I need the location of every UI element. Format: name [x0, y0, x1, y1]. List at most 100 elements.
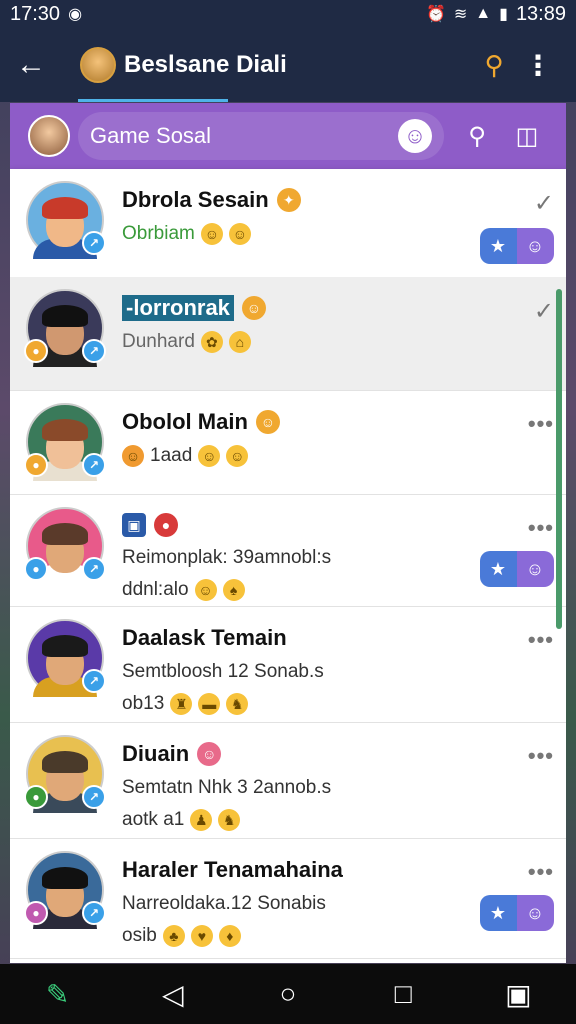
name-badge-icon: ✦ [276, 188, 301, 212]
title-underline [78, 99, 228, 102]
avatar[interactable] [80, 47, 116, 83]
home-icon[interactable]: ○ [258, 978, 318, 1010]
chat-row[interactable]: ↗ ● Haraler Tenamahaina Narreoldaka.12 Sona… [10, 839, 566, 959]
chat-name: Haraler Tenamahaina [122, 857, 474, 883]
chat-row[interactable]: ↗ ● -lorronrak ☺ Dunhard ✿ ⌂ ✓ [10, 277, 566, 391]
signal-icon: ▲ [475, 5, 492, 22]
chat-row[interactable]: ↗ Daalask Temain Semtbloosh 12 Sonab.s ob13… [10, 607, 566, 723]
avatar-hair [42, 523, 88, 545]
more-options-icon[interactable]: ••• [528, 411, 554, 437]
chat-preview-text: aotk a1 [122, 809, 185, 830]
verified-badge-icon: ↗ [82, 785, 106, 809]
battery-icon: ▮ [499, 6, 508, 23]
status-badge: ● [24, 453, 48, 477]
avatar-face [42, 751, 88, 801]
pen-icon[interactable]: ✎ [28, 978, 88, 1011]
chat-preview-line: ddnl:alo ☺ ♠ [122, 579, 474, 601]
navigation-bar: ✎ ◁ ○ □ ▣ [0, 964, 576, 1024]
name-badge-icon: ☺ [241, 296, 266, 320]
avatar-face [42, 635, 88, 685]
more-options-icon[interactable]: ••• [528, 859, 554, 885]
verified-badge-icon: ↗ [82, 231, 106, 255]
chat-name: Obolol Main ☺ [122, 409, 474, 435]
verified-badge-icon: ↗ [82, 901, 106, 925]
chat-row[interactable]: ↗ ● Obolol Main ☺ ☺ 1aad ☺ ☺ ••• [10, 391, 566, 495]
avatar-wrapper: ↗ ● [24, 851, 106, 929]
game-invite-button[interactable]: ★ ☺ [480, 551, 554, 587]
chat-name: -lorronrak ☺ [122, 295, 474, 321]
emoji-icon: ☺ [525, 558, 545, 579]
star-icon: ★ [489, 235, 506, 256]
chat-preview-text: ddnl:alo [122, 579, 189, 600]
chat-text: ▣ ● Reimonplak: 39amnobl:s ddnl:alo ☺ ♠ [122, 507, 474, 601]
chat-name-text: -lorronrak [122, 295, 234, 321]
chat-row[interactable]: ↗ ● Diuain ☺ Semtatn Nhk 3 2annob.s aotk a1 ♟ ♞… [10, 723, 566, 839]
scrollbar[interactable] [556, 289, 562, 629]
chat-preview-text: ob13 [122, 693, 165, 714]
game-icon: ▣ [122, 513, 146, 537]
emoji-icon: ♣ [162, 925, 185, 947]
name-badge-icon: ☺ [255, 410, 280, 434]
avatar-hair [42, 867, 88, 889]
chat-meta: ✓ ★ ☺ [474, 181, 554, 264]
group-name-field[interactable]: Game Sosal ☺ [78, 112, 444, 160]
emoji-icon: ♦ [218, 925, 241, 947]
emoji-icon: ♠ [222, 579, 245, 601]
chat-meta: ••• [474, 735, 554, 769]
verified-badge-icon: ↗ [82, 453, 106, 477]
more-options-icon[interactable]: ••• [528, 515, 554, 541]
chat-text: Haraler Tenamahaina Narreoldaka.12 Sonabi… [122, 851, 474, 947]
emoji-icon: ☺ [525, 235, 545, 256]
chat-name-text: Obolol Main [122, 409, 248, 434]
name-badge-icon: ☺ [197, 742, 222, 766]
star-icon: ★ [489, 558, 506, 579]
emoji-icon: ☺ [525, 902, 545, 923]
check-icon[interactable]: ✓ [534, 297, 554, 326]
emoji-icon[interactable]: ☺ [398, 119, 432, 153]
status-time-right: 13:89 [515, 2, 566, 25]
emoji-icon: ▬ [198, 693, 221, 715]
avatar-wrapper: ↗ ● [24, 507, 106, 585]
status-time-left: 17:30 [10, 2, 61, 25]
back-icon[interactable]: ← [16, 48, 60, 82]
more-options-icon[interactable]: ••• [528, 627, 554, 653]
more-vert-icon[interactable]: ⋮ [516, 49, 560, 82]
chat-preview-text: Semtbloosh 12 Sonab.s [122, 661, 324, 682]
page-title: Beslsane Diali [124, 51, 287, 78]
chat-preview-line: Dunhard ✿ ⌂ [122, 331, 474, 353]
group-avatar[interactable] [28, 115, 70, 157]
game-invite-button[interactable]: ★ ☺ [480, 895, 554, 931]
chat-preview-line: Obrbiam ☺ ☺ [122, 223, 474, 245]
chat-preview-line: Semtbloosh 12 Sonab.s [122, 661, 474, 683]
back-nav-icon[interactable]: ◁ [143, 978, 203, 1011]
emoji-icon: ♟ [190, 809, 213, 831]
search-icon[interactable]: ⚲ [452, 122, 502, 151]
avatar-face [42, 305, 88, 355]
chat-meta: ••• [474, 403, 554, 437]
chat-preview-line: Narreoldaka.12 Sonabis [122, 893, 474, 915]
emoji-icon: ♞ [226, 693, 249, 715]
chat-meta: ••• ★ ☺ [474, 851, 554, 931]
avatar-wrapper: ↗ ● [24, 403, 106, 481]
chat-text: Dbrola Sesain ✦ Obrbiam ☺ ☺ [122, 181, 474, 245]
camera-icon[interactable]: ◫ [502, 122, 552, 151]
search-icon[interactable]: ⚲ [472, 50, 516, 81]
recents-icon[interactable]: □ [373, 978, 433, 1010]
avatar-face [42, 523, 88, 573]
avatar-hair [42, 751, 88, 773]
status-badge: ● [24, 339, 48, 363]
chat-preview-text: Obrbiam [122, 223, 195, 244]
chat-preview-line: Semtatn Nhk 3 2annob.s [122, 777, 474, 799]
check-icon[interactable]: ✓ [534, 189, 554, 218]
chat-preview-line: ☺ 1aad ☺ ☺ [122, 445, 474, 467]
more-options-icon[interactable]: ••• [528, 743, 554, 769]
chat-row[interactable]: ↗ ● ▣ ● Reimonplak: 39amnobl:s ddnl:alo ☺ ♠ ••• ★… [10, 495, 566, 607]
emoji-icon: ☺ [200, 223, 223, 245]
chat-preview-text: Dunhard [122, 331, 195, 352]
chat-row[interactable]: ↗ Dbrola Sesain ✦ Obrbiam ☺ ☺ ✓ ★ ☺ [10, 169, 566, 277]
group-name: Game Sosal [90, 123, 212, 148]
game-invite-button[interactable]: ★ ☺ [480, 228, 554, 264]
status-bar: 17:30 ◉ ⏰ ≋ ▲ ▮ 13:89 [0, 0, 576, 28]
emoji-icon: ☺ [228, 223, 251, 245]
chat-icon[interactable]: ▣ [488, 978, 548, 1011]
